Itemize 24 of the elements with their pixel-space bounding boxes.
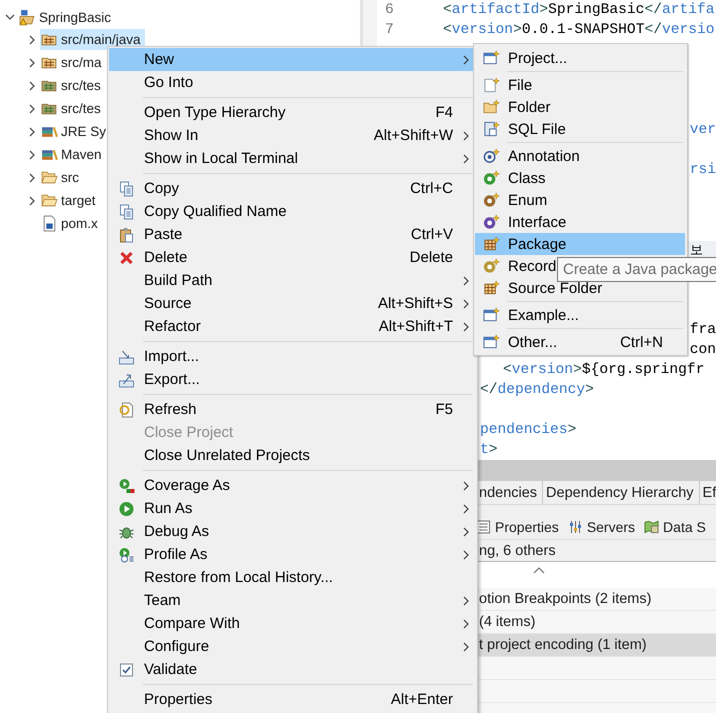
- shortcut-label: Alt+Enter: [390, 691, 453, 708]
- shortcut-label: Alt+Shift+S: [378, 295, 453, 312]
- code-line: <version>0.0.1-SNAPSHOT</versio: [443, 22, 715, 38]
- code-line: <artifactId>SpringBasic</artifa: [443, 2, 715, 18]
- code-line: t>: [480, 442, 498, 458]
- problems-summary: ng, 6 others: [479, 542, 556, 558]
- shortcut-label: Alt+Shift+W: [374, 127, 453, 144]
- code-line: rsi: [690, 162, 716, 178]
- code-line: ver: [690, 122, 716, 138]
- code-line: </dependency>: [480, 382, 594, 398]
- code-line: pendencies>: [480, 422, 576, 438]
- shortcut-label: Delete: [410, 249, 453, 266]
- shortcut-label: Alt+Shift+T: [378, 318, 453, 335]
- shortcut-label: Ctrl+C: [410, 180, 453, 197]
- code-line: <version>${org.springfr: [503, 362, 704, 378]
- line-number: 7: [385, 22, 394, 38]
- shortcut-label: F5: [435, 401, 453, 418]
- code-line: fra: [690, 322, 716, 338]
- line-number: 6: [385, 2, 394, 18]
- code-line: 보: [690, 242, 703, 259]
- shortcut-label: Ctrl+N: [620, 334, 663, 350]
- code-line: con: [690, 342, 716, 358]
- shortcut-label: F4: [435, 104, 453, 121]
- shortcut-label: Ctrl+V: [410, 226, 453, 243]
